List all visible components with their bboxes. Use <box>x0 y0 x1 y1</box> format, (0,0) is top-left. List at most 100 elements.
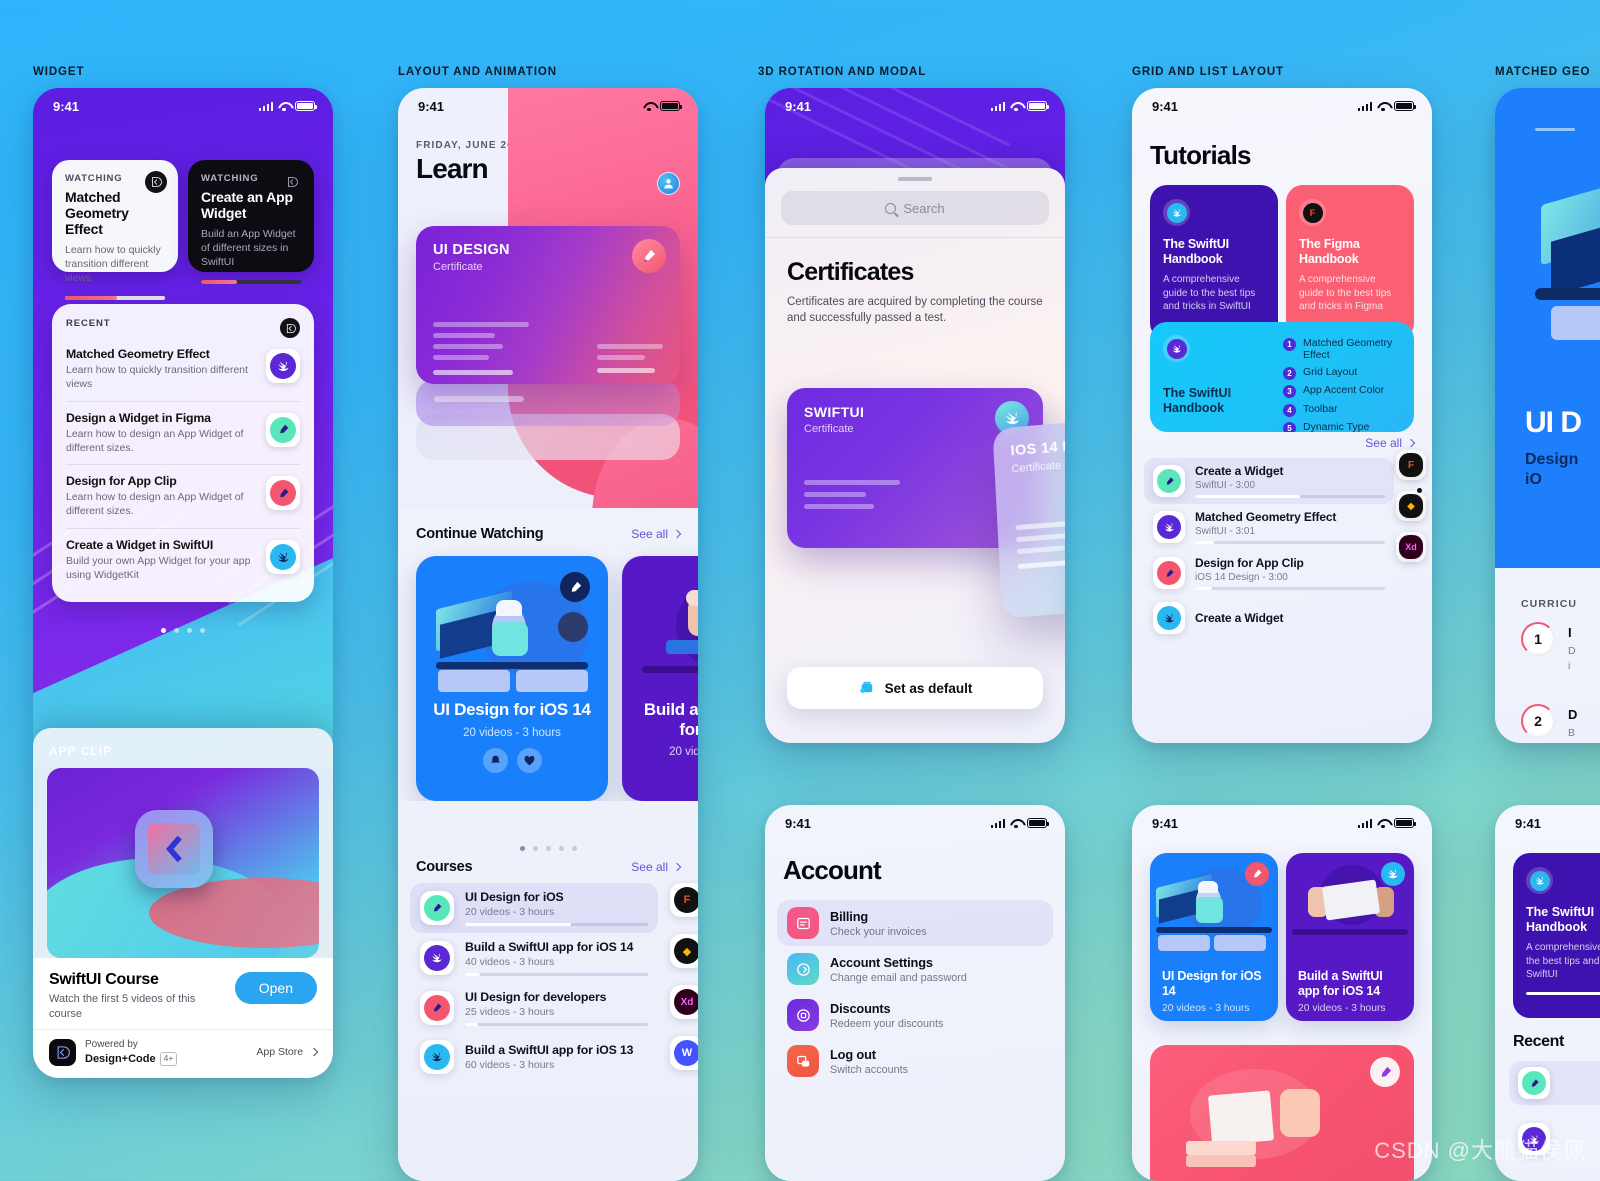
caption-grid: GRID AND LIST LAYOUT <box>1132 66 1284 78</box>
course-card-featured[interactable] <box>1150 1045 1414 1181</box>
list-item[interactable]: Build a SwiftUI app for iOS 14 40 videos… <box>410 933 658 983</box>
open-button[interactable]: Open <box>234 972 317 1004</box>
handbook-card-wide-swiftui[interactable]: The SwiftUI Handbook 1 Matched Geometry E… <box>1150 322 1414 432</box>
course-card[interactable]: UI Design for iOS 14 20 videos - 3 hours <box>416 556 608 801</box>
certificate-card-ui-design[interactable]: UI DESIGN Certificate <box>416 226 680 384</box>
hero-title: UI D <box>1525 406 1582 439</box>
figma-icon: F <box>670 883 698 917</box>
item-label: Dynamic Type <box>1303 421 1370 432</box>
continue-watching-carousel[interactable]: UI Design for iOS 14 20 videos - 3 hours <box>398 542 698 801</box>
item-title: Discounts <box>830 1000 891 1016</box>
course-hero: UI D Design iO <box>1495 88 1600 568</box>
list-item[interactable]: Create a Widget in SwiftUI Build your ow… <box>66 529 300 592</box>
list-item[interactable]: Create a Widget <box>1144 596 1394 640</box>
bell-icon[interactable] <box>482 747 508 773</box>
pen-icon <box>266 412 300 447</box>
widget-card-watching-dark[interactable]: WATCHING Create an App Widget Build an A… <box>188 160 314 284</box>
item-title: Design for App Clip <box>1195 556 1304 570</box>
curriculum-step[interactable]: 1 I Di <box>1521 622 1576 673</box>
search-placeholder: Search <box>903 200 945 216</box>
list-item[interactable]: Design for App Clip Learn how to design … <box>66 465 300 530</box>
pen-icon <box>1370 1057 1400 1087</box>
item-subtitle: Learn how to design an App Widget of dif… <box>66 491 244 518</box>
course-card[interactable]: Build a SwiftUI app for iOS 14 20 videos… <box>622 556 698 801</box>
list-item[interactable]: UI Design for iOS 20 videos - 3 hours <box>410 883 658 933</box>
see-all-label: See all <box>631 527 668 541</box>
course-meta: 20 videos - 3 hours <box>669 746 698 759</box>
list-item[interactable]: 5 Dynamic Type <box>1283 421 1401 432</box>
list-item[interactable]: Design for App Clip iOS 14 Design - 3:00 <box>1144 550 1394 596</box>
list-item[interactable]: Matched Geometry Effect SwiftUI - 3:01 <box>1144 504 1394 550</box>
pen-icon <box>1153 557 1185 589</box>
list-item[interactable] <box>1509 1117 1600 1161</box>
curriculum-step[interactable]: 2 D BU <box>1521 704 1577 743</box>
wifi-icon <box>643 102 655 112</box>
see-all-button[interactable]: See all <box>631 860 682 874</box>
widget-card-recent[interactable]: RECENT Matched Geometry Effect Learn how… <box>52 304 314 602</box>
app-icon <box>135 810 213 888</box>
item-title: Build a SwiftUI app for iOS 14 <box>465 940 634 954</box>
section-title: Continue Watching <box>416 526 544 542</box>
widget-card-watching-light[interactable]: WATCHING Matched Geometry Effect Learn h… <box>52 160 178 300</box>
number-badge: 2 <box>1283 366 1296 380</box>
account-item-billing[interactable]: Billing Check your invoices <box>777 900 1053 946</box>
caption-matched: MATCHED GEO <box>1495 66 1591 78</box>
status-time: 9:41 <box>785 815 812 831</box>
pen-icon <box>1153 465 1185 497</box>
search-input[interactable]: Search <box>781 191 1049 225</box>
see-all-button[interactable]: See all <box>1365 436 1416 450</box>
recent-kicker: RECENT <box>66 318 111 329</box>
app-store-link[interactable]: App Store <box>256 1046 319 1058</box>
curriculum-kicker: CURRICU <box>1521 598 1578 610</box>
certificate-name: UI DESIGN <box>433 242 510 258</box>
list-item[interactable]: UI Design for developers 25 videos - 3 h… <box>410 983 658 1033</box>
pen-icon <box>632 239 666 273</box>
xd-icon: Xd <box>1396 532 1426 562</box>
item-meta: SwiftUI - 3:00 <box>1195 480 1256 491</box>
list-item[interactable]: 3 App Accent Color <box>1283 384 1401 398</box>
account-item-logout[interactable]: Log out Switch accounts <box>777 1038 1053 1084</box>
list-item[interactable]: 4 Toolbar <box>1283 403 1401 417</box>
list-item[interactable]: Matched Geometry Effect Learn how to qui… <box>66 338 300 402</box>
list-item[interactable]: Design a Widget in Figma Learn how to de… <box>66 402 300 466</box>
phone-tutorials-screen: 9:41 Tutorials The SwiftUI Handbook A co… <box>1132 88 1432 743</box>
invoice-icon <box>787 907 819 939</box>
pen-icon <box>420 891 454 925</box>
progress-bar <box>465 973 648 976</box>
side-icon-column: F ◆ Xd <box>1396 450 1426 562</box>
course-card-swiftui[interactable]: Build a SwiftUI app for iOS 14 20 videos… <box>1286 853 1414 1021</box>
avatar[interactable] <box>657 172 680 195</box>
set-as-default-button[interactable]: Set as default <box>787 667 1043 709</box>
phone-certificates-screen: 9:41 Search Certificates Certificates ar… <box>765 88 1065 743</box>
side-icon-column: F ◆ Xd W <box>670 883 698 1070</box>
search-icon <box>885 202 897 214</box>
account-item-discounts[interactable]: Discounts Redeem your discounts <box>777 992 1053 1038</box>
caption-rotation: 3D ROTATION AND MODAL <box>758 66 927 78</box>
swift-icon <box>266 349 300 383</box>
list-item[interactable]: 2 Grid Layout <box>1283 366 1401 380</box>
account-item-settings[interactable]: Account Settings Change email and passwo… <box>777 946 1053 992</box>
see-all-label: See all <box>1365 436 1402 450</box>
course-card-ui-design[interactable]: UI Design for iOS 14 20 videos - 3 hours <box>1150 853 1278 1021</box>
recent-list <box>1509 1061 1600 1161</box>
list-item[interactable]: Create a Widget SwiftUI - 3:00 <box>1144 458 1394 504</box>
widget-subtitle: Build an App Widget of different sizes i… <box>201 228 296 268</box>
page-dots[interactable] <box>33 628 333 633</box>
swift-icon <box>1518 1123 1550 1155</box>
heart-icon[interactable] <box>516 747 542 773</box>
handbook-card-figma[interactable]: F The Figma Handbook A comprehensive gui… <box>1286 185 1414 340</box>
list-item[interactable] <box>1509 1061 1600 1105</box>
item-title: Account Settings <box>830 954 933 970</box>
phone-course-grid-screen: 9:41 UI Design for iOS 14 20 videos - 3 … <box>1132 805 1432 1181</box>
item-subtitle: Change email and password <box>830 971 967 984</box>
list-item[interactable]: 1 Matched Geometry Effect <box>1283 337 1401 361</box>
certificate-card-ios14-floating[interactable]: IOS 14 DESIGN Certificate <box>992 407 1065 619</box>
item-subtitle: Redeem your discounts <box>830 1017 944 1030</box>
sheet-grabber[interactable] <box>898 177 932 181</box>
list-item[interactable]: Build a SwiftUI app for iOS 13 60 videos… <box>410 1033 658 1081</box>
scroll-content: Continue Watching See all UI Design for … <box>398 508 698 1181</box>
see-all-button[interactable]: See all <box>631 527 682 541</box>
carousel-dots[interactable] <box>398 846 698 851</box>
handbook-card-swiftui[interactable]: The SwiftUI Handbook A comprehensive gui… <box>1150 185 1278 340</box>
handbook-card-swiftui[interactable]: The SwiftUI Handbook A comprehensive gui… <box>1513 853 1600 1018</box>
